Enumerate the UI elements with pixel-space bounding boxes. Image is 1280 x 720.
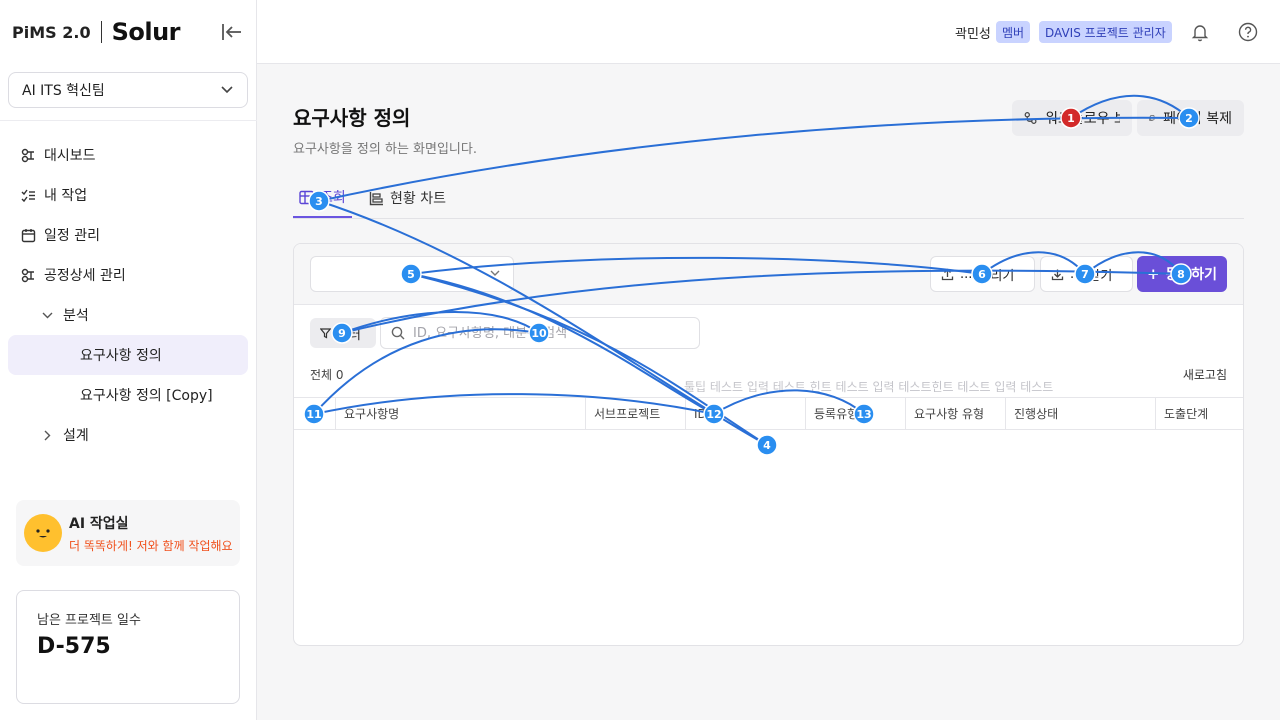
task-list-icon xyxy=(21,188,36,203)
download-label: 받기 xyxy=(1088,268,1113,284)
tab-view-label: 조회 xyxy=(320,190,346,206)
sidebar-item-label: 설계 xyxy=(63,428,89,444)
tab-chart[interactable]: 현황 차트 xyxy=(363,178,452,218)
filter-icon xyxy=(320,327,331,338)
refresh-button[interactable]: 새로고침 xyxy=(1183,366,1227,383)
chevron-down-icon xyxy=(490,270,500,276)
download-prefix: ... xyxy=(1070,266,1083,282)
download-icon xyxy=(1051,269,1064,280)
remaining-days-value: D-575 xyxy=(37,634,111,659)
role-badge: 멤버 xyxy=(996,21,1031,43)
project-role-badge: DAVIS 프로젝트 관리자 xyxy=(1039,21,1172,43)
sidebar-item-process[interactable]: 공정상세 관리 xyxy=(8,255,248,295)
column-header[interactable]: 서브프로젝트 xyxy=(585,398,685,429)
search-box[interactable] xyxy=(380,317,700,349)
copy-page-label: 페이지 복제 xyxy=(1163,111,1232,127)
search-icon xyxy=(391,326,405,340)
workflow-view-button[interactable]: 워크플로우 보기 xyxy=(1012,100,1132,136)
column-header[interactable]: ID xyxy=(685,398,805,429)
sidebar-item-label: 요구사항 정의 xyxy=(80,348,162,364)
chevron-down-icon xyxy=(40,308,55,323)
workflow-view-label: 워크플로우 보기 xyxy=(1045,111,1120,127)
sidebar: PiMS 2.0 Solur AI ITS 혁신팀 대시보드 내 작업 일정 관… xyxy=(0,0,257,720)
upload-label: 올리기 xyxy=(978,268,1015,284)
chevron-right-icon xyxy=(40,428,55,443)
sidebar-item-my-tasks[interactable]: 내 작업 xyxy=(8,175,248,215)
solur-logo: Solur xyxy=(111,18,181,46)
total-value: 0 xyxy=(335,368,344,382)
ai-avatar-icon xyxy=(24,514,62,552)
download-button[interactable]: ... 받기 xyxy=(1040,256,1133,292)
select-all-cell xyxy=(294,398,335,429)
plus-icon: + xyxy=(1146,265,1160,283)
column-header[interactable]: 요구사항명 xyxy=(335,398,585,429)
tab-view[interactable]: 조회 xyxy=(293,178,352,218)
chevron-down-icon xyxy=(221,86,233,94)
ai-workroom-title: AI 작업실 xyxy=(69,515,129,532)
page-description: 요구사항을 정의 하는 화면입니다. xyxy=(293,142,477,157)
filter-label: 필터 xyxy=(337,327,361,343)
dashboard-icon xyxy=(21,148,36,163)
bell-icon[interactable] xyxy=(1188,20,1212,44)
copy-page-button[interactable]: 페이지 복제 xyxy=(1137,100,1244,136)
table-header: 요구사항명 서브프로젝트 ID 등록유형 요구사항 유형 진행상태 도출단계 xyxy=(294,397,1243,430)
panel-toolbar: ... 올리기 ... 받기 + 등록하기 xyxy=(294,244,1243,305)
calendar-icon xyxy=(21,228,36,243)
column-header[interactable]: 등록유형 xyxy=(805,398,905,429)
tab-chart-label: 현황 차트 xyxy=(390,191,446,207)
collapse-sidebar-icon[interactable] xyxy=(220,22,244,42)
register-button[interactable]: + 등록하기 xyxy=(1137,256,1227,292)
chart-icon xyxy=(369,191,383,205)
team-select[interactable]: AI ITS 혁신팀 xyxy=(8,72,248,108)
brand[interactable]: PiMS 2.0 Solur xyxy=(12,18,181,46)
process-icon xyxy=(21,268,36,283)
team-select-value: AI ITS 혁신팀 xyxy=(22,83,105,99)
upload-button[interactable]: ... 올리기 xyxy=(930,256,1035,292)
help-icon[interactable] xyxy=(1236,20,1260,44)
workflow-icon xyxy=(1024,112,1037,124)
ai-workroom-subtitle: 더 똑똑하게! 저와 함께 작업해요 xyxy=(69,538,233,553)
brand-divider xyxy=(100,21,102,43)
sidebar-item-schedule[interactable]: 일정 관리 xyxy=(8,215,248,255)
ai-workroom-card[interactable]: AI 작업실 더 똑똑하게! 저와 함께 작업해요 xyxy=(16,500,240,566)
column-header[interactable]: 진행상태 xyxy=(1005,398,1155,429)
sidebar-nav: 대시보드 내 작업 일정 관리 공정상세 관리 분석 요구사항 정의 요구사항 … xyxy=(8,135,248,455)
table-icon xyxy=(299,190,314,204)
sidebar-item-requirements[interactable]: 요구사항 정의 xyxy=(8,335,248,375)
sidebar-item-label: 분석 xyxy=(63,308,89,324)
sidebar-item-dashboard[interactable]: 대시보드 xyxy=(8,135,248,175)
select-all-checkbox[interactable] xyxy=(307,406,322,421)
category-select[interactable] xyxy=(310,256,514,292)
copy-icon xyxy=(1149,115,1155,121)
sidebar-item-label: 내 작업 xyxy=(44,188,88,204)
sidebar-divider xyxy=(0,120,257,121)
topbar: 곽민성 멤버 DAVIS 프로젝트 관리자 xyxy=(257,0,1280,64)
sidebar-item-label: 공정상세 관리 xyxy=(44,268,126,284)
sidebar-item-label: 요구사항 정의 [Copy] xyxy=(80,388,213,404)
upload-icon xyxy=(941,268,954,280)
sidebar-item-analysis[interactable]: 분석 xyxy=(8,295,248,335)
upload-prefix: ... xyxy=(960,266,973,282)
view-tabs: 조회 현황 차트 xyxy=(293,178,1244,219)
register-label: 등록하기 xyxy=(1165,267,1218,283)
user-name: 곽민성 xyxy=(955,27,991,42)
sidebar-item-label: 일정 관리 xyxy=(44,228,100,244)
remaining-days-label: 남은 프로젝트 일수 xyxy=(37,613,141,628)
filter-button[interactable]: 필터 xyxy=(310,318,376,348)
column-header[interactable]: 요구사항 유형 xyxy=(905,398,1005,429)
product-name: PiMS 2.0 xyxy=(12,22,91,42)
page-title: 요구사항 정의 xyxy=(293,106,411,130)
requirements-panel: ... 올리기 ... 받기 + 등록하기 필터 전체 0 툴팁 테스트 입력 … xyxy=(293,243,1244,646)
column-header[interactable]: 도출단계 xyxy=(1155,398,1243,429)
sidebar-item-requirements-copy[interactable]: 요구사항 정의 [Copy] xyxy=(8,375,248,415)
total-count: 전체 0 xyxy=(310,366,344,383)
hint-text: 툴팁 테스트 입력 테스트 힌트 테스트 입력 테스트힌트 테스트 입력 테스트 xyxy=(684,380,1054,394)
total-label: 전체 xyxy=(310,368,333,382)
sidebar-item-label: 대시보드 xyxy=(44,148,96,164)
sidebar-item-design[interactable]: 설계 xyxy=(8,415,248,455)
remaining-days-card: 남은 프로젝트 일수 D-575 xyxy=(16,590,240,704)
search-input[interactable] xyxy=(413,325,693,341)
